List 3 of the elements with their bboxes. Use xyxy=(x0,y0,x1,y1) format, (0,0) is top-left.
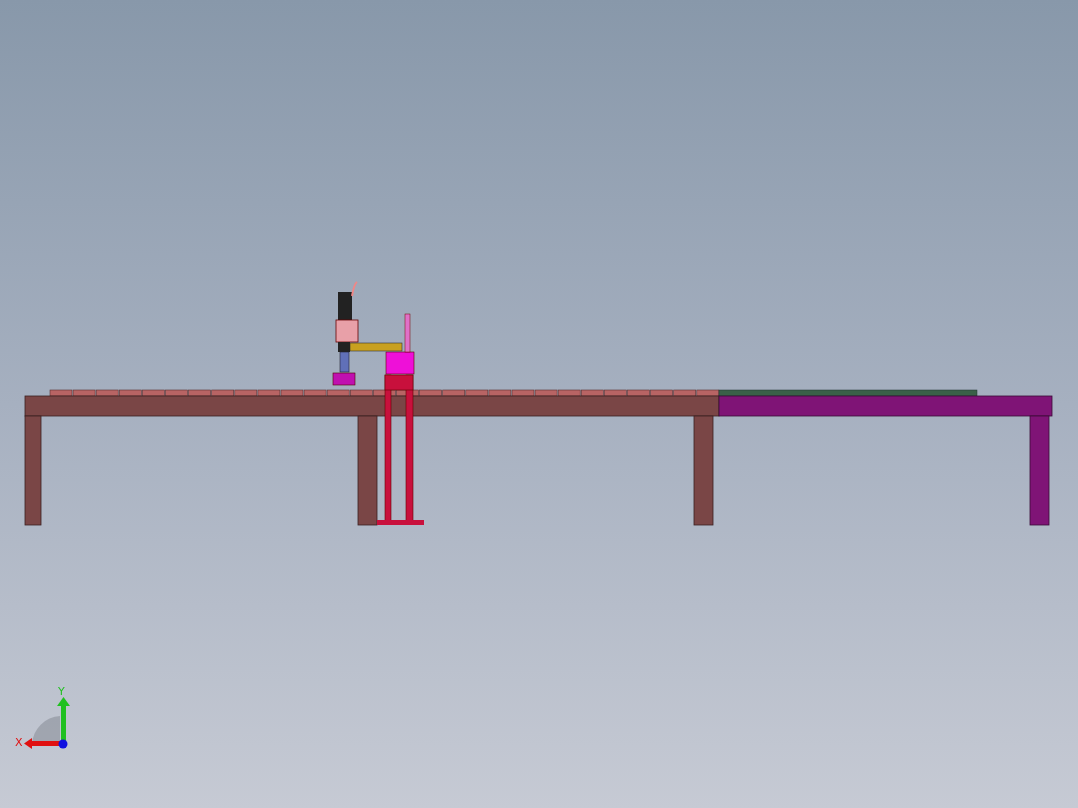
axis-triad-drawing xyxy=(24,697,70,749)
x-axis-label: X xyxy=(15,736,23,749)
y-axis-label: Y xyxy=(58,685,65,698)
